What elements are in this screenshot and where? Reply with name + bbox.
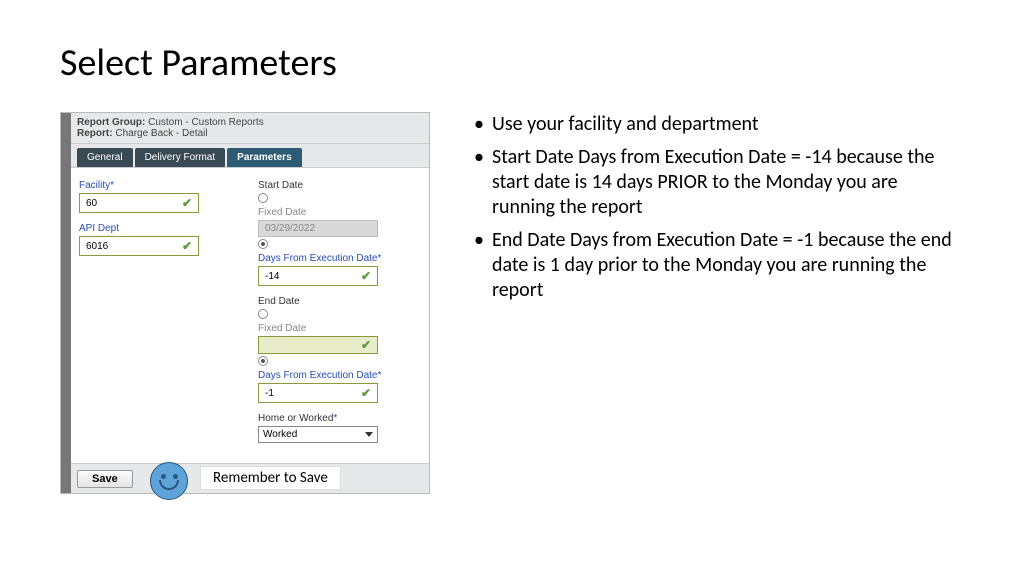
- tab-parameters[interactable]: Parameters: [227, 148, 301, 167]
- days-from-exec-label-2: Days From Execution Date: [258, 370, 421, 381]
- report-group-label: Report Group:: [77, 117, 145, 128]
- bullet-3: End Date Days from Execution Date = -1 b…: [472, 228, 954, 303]
- facility-label: Facility: [79, 180, 242, 191]
- report-value: Charge Back - Detail: [115, 128, 207, 139]
- start-fixed-radio[interactable]: [258, 193, 268, 203]
- left-column: Facility 60 ✔ API Dept 6016 ✔: [79, 176, 242, 443]
- smiley-icon: [150, 462, 188, 500]
- left-rail: [61, 113, 71, 493]
- remember-callout: Remember to Save: [200, 466, 341, 490]
- fixed-date-input-1: 03/29/2022: [258, 220, 378, 237]
- api-dept-label: API Dept: [79, 223, 242, 234]
- bullet-2: Start Date Days from Execution Date = -1…: [472, 145, 954, 220]
- api-dept-input[interactable]: 6016 ✔: [79, 236, 199, 256]
- start-days-radio[interactable]: [258, 239, 268, 249]
- home-worked-label: Home or Worked: [258, 413, 421, 424]
- fixed-date-input-2: ✔: [258, 336, 378, 354]
- home-worked-select[interactable]: Worked: [258, 426, 378, 443]
- report-header: Report Group: Custom - Custom Reports Re…: [71, 113, 429, 144]
- facility-value: 60: [86, 198, 97, 209]
- end-date-label: End Date: [258, 296, 421, 307]
- bullet-1: Use your facility and department: [472, 112, 954, 137]
- end-days-radio[interactable]: [258, 356, 268, 366]
- start-date-label: Start Date: [258, 180, 421, 191]
- save-button[interactable]: Save: [77, 470, 133, 488]
- tab-general[interactable]: General: [77, 148, 133, 167]
- days-from-exec-start-input[interactable]: -14 ✔: [258, 266, 378, 286]
- end-fixed-radio[interactable]: [258, 309, 268, 319]
- chevron-down-icon: [365, 432, 373, 437]
- check-icon: ✔: [361, 269, 371, 283]
- page-title: Select Parameters: [60, 40, 964, 86]
- days-from-exec-end-input[interactable]: -1 ✔: [258, 383, 378, 403]
- fixed-date-label-2: Fixed Date: [258, 323, 421, 334]
- home-worked-value: Worked: [263, 429, 297, 440]
- fixed-date-label-1: Fixed Date: [258, 207, 421, 218]
- check-icon: ✔: [361, 338, 371, 352]
- facility-input[interactable]: 60 ✔: [79, 193, 199, 213]
- days-from-exec-end-value: -1: [265, 388, 274, 399]
- check-icon: ✔: [182, 196, 192, 210]
- report-group-value: Custom - Custom Reports: [148, 117, 264, 128]
- instruction-bullets: Use your facility and department Start D…: [472, 112, 964, 494]
- tab-bar: General Delivery Format Parameters: [71, 144, 429, 167]
- tab-delivery-format[interactable]: Delivery Format: [135, 148, 226, 167]
- report-label: Report:: [77, 128, 113, 139]
- screenshot-panel: Report Group: Custom - Custom Reports Re…: [60, 112, 440, 494]
- check-icon: ✔: [361, 386, 371, 400]
- days-from-exec-start-value: -14: [265, 271, 279, 282]
- check-icon: ✔: [182, 239, 192, 253]
- api-dept-value: 6016: [86, 241, 108, 252]
- right-column: Start Date Fixed Date 03/29/2022 Days Fr…: [258, 176, 421, 443]
- days-from-exec-label-1: Days From Execution Date: [258, 253, 421, 264]
